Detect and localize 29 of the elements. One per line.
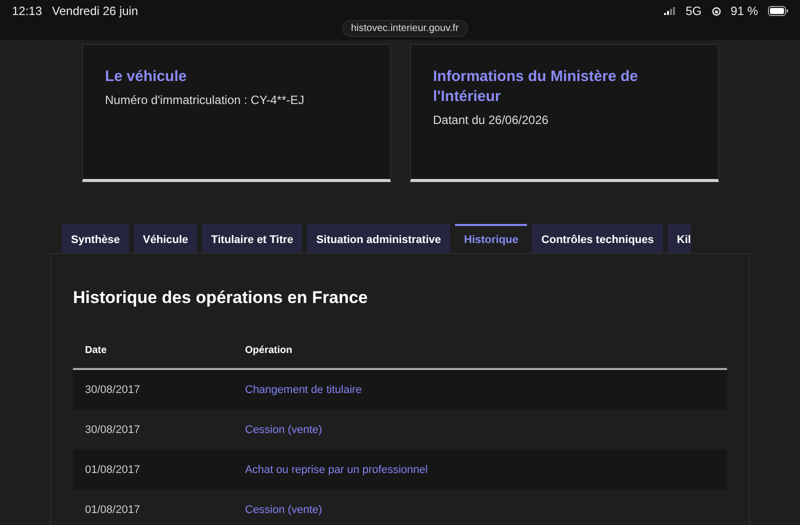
operation-link[interactable]: Cession (vente)	[245, 504, 322, 516]
operation-link[interactable]: Cession (vente)	[245, 424, 322, 436]
tab[interactable]: Situation administrative	[307, 224, 450, 253]
tab[interactable]: Contrôles techniques	[532, 224, 663, 253]
battery-percentage: 91 %	[730, 4, 758, 18]
tab[interactable]: Titulaire et Titre	[202, 224, 302, 253]
network-label: 5G	[686, 4, 702, 18]
column-header: Date	[85, 344, 108, 356]
signal-icon	[664, 7, 676, 15]
column-header: Opération	[245, 344, 294, 356]
battery-icon	[768, 6, 788, 16]
tab[interactable]: Synthèse	[62, 224, 129, 253]
operation-link[interactable]: Achat ou reprise par un professionnel	[245, 464, 428, 476]
date-cell-text: 30/08/2017	[85, 424, 142, 436]
operation-link[interactable]: Changement de titulaire	[245, 384, 362, 396]
date-cell-text: 01/08/2017	[85, 464, 142, 476]
address-bar[interactable]: histovec.interieur.gouv.fr	[342, 20, 468, 37]
card-text: Datant du 26/06/2026	[433, 113, 550, 127]
status-date: Vendredi 26 juin	[52, 4, 138, 18]
card-text: Numéro d'immatriculation : CY-4**-EJ	[105, 93, 306, 107]
date-cell-text: 30/08/2017	[85, 384, 142, 396]
status-time: 12:13	[12, 4, 42, 18]
orientation-lock-icon	[712, 6, 721, 16]
tab[interactable]: Kil	[668, 224, 691, 253]
panel-title: Historique des opérations en France	[73, 288, 369, 308]
card-title: Le véhicule	[105, 67, 188, 87]
tab[interactable]: Véhicule	[134, 224, 198, 253]
date-cell-text: 01/08/2017	[85, 504, 142, 516]
card-title: Informations du Ministère de l'Intérieur	[433, 67, 640, 107]
